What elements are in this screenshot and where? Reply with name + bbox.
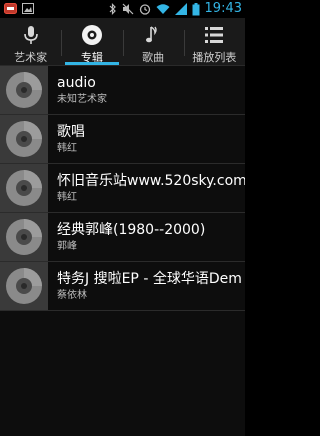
- album-artist: 韩红: [57, 192, 77, 203]
- album-row[interactable]: 怀旧音乐站www.520sky.com 韩红: [0, 164, 245, 213]
- album-disc-icon: [6, 121, 42, 157]
- album-disc-icon: [6, 268, 42, 304]
- mute-icon: [122, 3, 133, 15]
- album-row[interactable]: 特务J 搜啦EP - 全球华语Dem 蔡依林: [0, 262, 245, 311]
- album-disc-icon: [6, 72, 42, 108]
- album-list: audio 未知艺术家 歌唱 韩红 怀旧音乐站www.520sky.com 韩红…: [0, 66, 245, 436]
- album-disc-icon: [81, 25, 102, 45]
- album-art: [0, 115, 48, 163]
- album-disc-icon: [6, 219, 42, 255]
- album-art: [0, 164, 48, 212]
- battery-icon: [192, 2, 200, 15]
- tab-playlists-label: 播放列表: [192, 51, 237, 64]
- album-row[interactable]: 歌唱 韩红: [0, 115, 245, 164]
- status-bar: 19:43: [0, 0, 245, 18]
- album-artist: 未知艺术家: [57, 94, 107, 105]
- album-artist: 蔡依林: [57, 290, 87, 301]
- tab-albums-label: 专辑: [80, 51, 103, 64]
- album-artist: 韩红: [57, 143, 77, 154]
- tab-songs-label: 歌曲: [142, 51, 165, 64]
- album-title: 经典郭峰(1980--2000): [57, 222, 206, 238]
- album-title: audio: [57, 75, 96, 91]
- status-clock: 19:43: [204, 1, 242, 16]
- tab-playlists[interactable]: 播放列表: [183, 18, 245, 65]
- notification-badge-icon: [4, 3, 17, 14]
- album-title: 特务J 搜啦EP - 全球华语Dem: [57, 271, 242, 287]
- tab-songs[interactable]: 歌曲: [122, 18, 184, 65]
- microphone-icon: [23, 26, 38, 44]
- wifi-icon: [156, 4, 170, 14]
- album-art: [0, 262, 48, 310]
- status-bar-right: 19:43: [109, 0, 242, 18]
- tab-albums[interactable]: 专辑: [61, 18, 122, 65]
- album-row[interactable]: audio 未知艺术家: [0, 66, 245, 115]
- library-tab-bar: 艺术家 专辑 歌曲 播放列表: [0, 18, 245, 66]
- album-title: 怀旧音乐站www.520sky.com: [57, 173, 245, 189]
- album-title: 歌唱: [57, 124, 85, 140]
- album-artist: 郭峰: [57, 241, 77, 252]
- album-row[interactable]: 经典郭峰(1980--2000) 郭峰: [0, 213, 245, 262]
- tab-artists-label: 艺术家: [14, 51, 48, 64]
- status-bar-left: [4, 3, 34, 14]
- album-art: [0, 66, 48, 114]
- image-icon: [22, 3, 34, 14]
- album-art: [0, 213, 48, 261]
- alarm-icon: [139, 4, 150, 15]
- album-disc-icon: [6, 170, 42, 206]
- music-note-icon: [146, 26, 157, 43]
- playlist-icon: [205, 27, 224, 43]
- signal-icon: [174, 3, 187, 15]
- tab-artists[interactable]: 艺术家: [0, 18, 61, 65]
- bluetooth-icon: [109, 3, 116, 15]
